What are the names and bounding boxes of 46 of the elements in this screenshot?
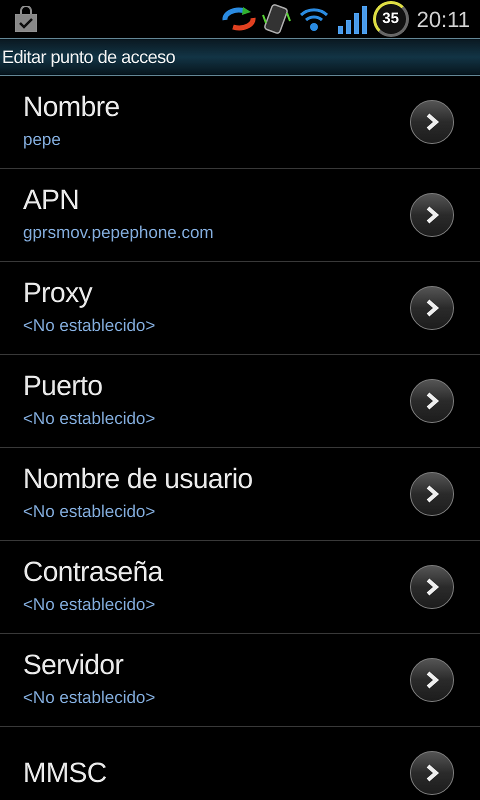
settings-row[interactable]: Servidor <No establecido> bbox=[0, 634, 480, 727]
chevron-right-icon bbox=[424, 484, 440, 504]
setting-value: <No establecido> bbox=[23, 594, 156, 616]
chevron-right-icon bbox=[424, 670, 440, 690]
chevron-right-icon bbox=[424, 763, 440, 783]
settings-row[interactable]: Nombre pepe bbox=[0, 76, 480, 169]
chevron-button[interactable] bbox=[410, 565, 454, 609]
setting-label: MMSC bbox=[23, 758, 108, 788]
chevron-right-icon bbox=[424, 205, 440, 225]
setting-label: Servidor bbox=[23, 650, 124, 681]
chevron-button[interactable] bbox=[410, 472, 454, 516]
chevron-button[interactable] bbox=[410, 751, 454, 795]
setting-value: <No establecido> bbox=[23, 314, 156, 337]
settings-row[interactable]: Puerto <No establecido> bbox=[0, 355, 480, 448]
settings-row[interactable]: Contraseña <No establecido> bbox=[0, 541, 480, 634]
battery-indicator: 35 bbox=[372, 1, 409, 37]
setting-value: <No establecido> bbox=[23, 686, 156, 709]
sync-icon bbox=[220, 6, 257, 32]
chevron-right-icon bbox=[424, 391, 440, 411]
setting-value: gprsmov.pepephone.com bbox=[23, 222, 215, 244]
screen-title: Editar punto de acceso bbox=[2, 46, 176, 69]
setting-label: Nombre bbox=[23, 92, 121, 123]
setting-label: APN bbox=[23, 184, 80, 216]
chevron-button[interactable] bbox=[410, 286, 454, 330]
chevron-button[interactable] bbox=[410, 658, 454, 702]
setting-label: Contraseña bbox=[23, 556, 164, 588]
clock-time: 20:11 bbox=[416, 6, 470, 34]
settings-row[interactable]: Proxy <No establecido> bbox=[0, 262, 480, 355]
signal-icon bbox=[336, 4, 369, 34]
chevron-right-icon bbox=[424, 577, 440, 597]
shopping-bag-icon bbox=[14, 6, 38, 32]
wifi-icon bbox=[298, 6, 329, 32]
chevron-button[interactable] bbox=[410, 193, 454, 237]
settings-row[interactable]: APN gprsmov.pepephone.com bbox=[0, 169, 480, 262]
chevron-right-icon bbox=[424, 112, 440, 132]
setting-label: Nombre de usuario bbox=[23, 464, 254, 495]
settings-row[interactable]: Nombre de usuario <No establecido> bbox=[0, 448, 480, 541]
chevron-right-icon bbox=[424, 298, 440, 318]
setting-value: pepe bbox=[23, 128, 62, 151]
chevron-button[interactable] bbox=[410, 379, 454, 423]
setting-value: <No establecido> bbox=[23, 408, 156, 430]
setting-label: Proxy bbox=[23, 278, 94, 309]
settings-row[interactable]: MMSC bbox=[0, 727, 480, 800]
setting-label: Puerto bbox=[23, 370, 104, 402]
chevron-button[interactable] bbox=[410, 100, 454, 144]
setting-value: <No establecido> bbox=[23, 500, 156, 523]
